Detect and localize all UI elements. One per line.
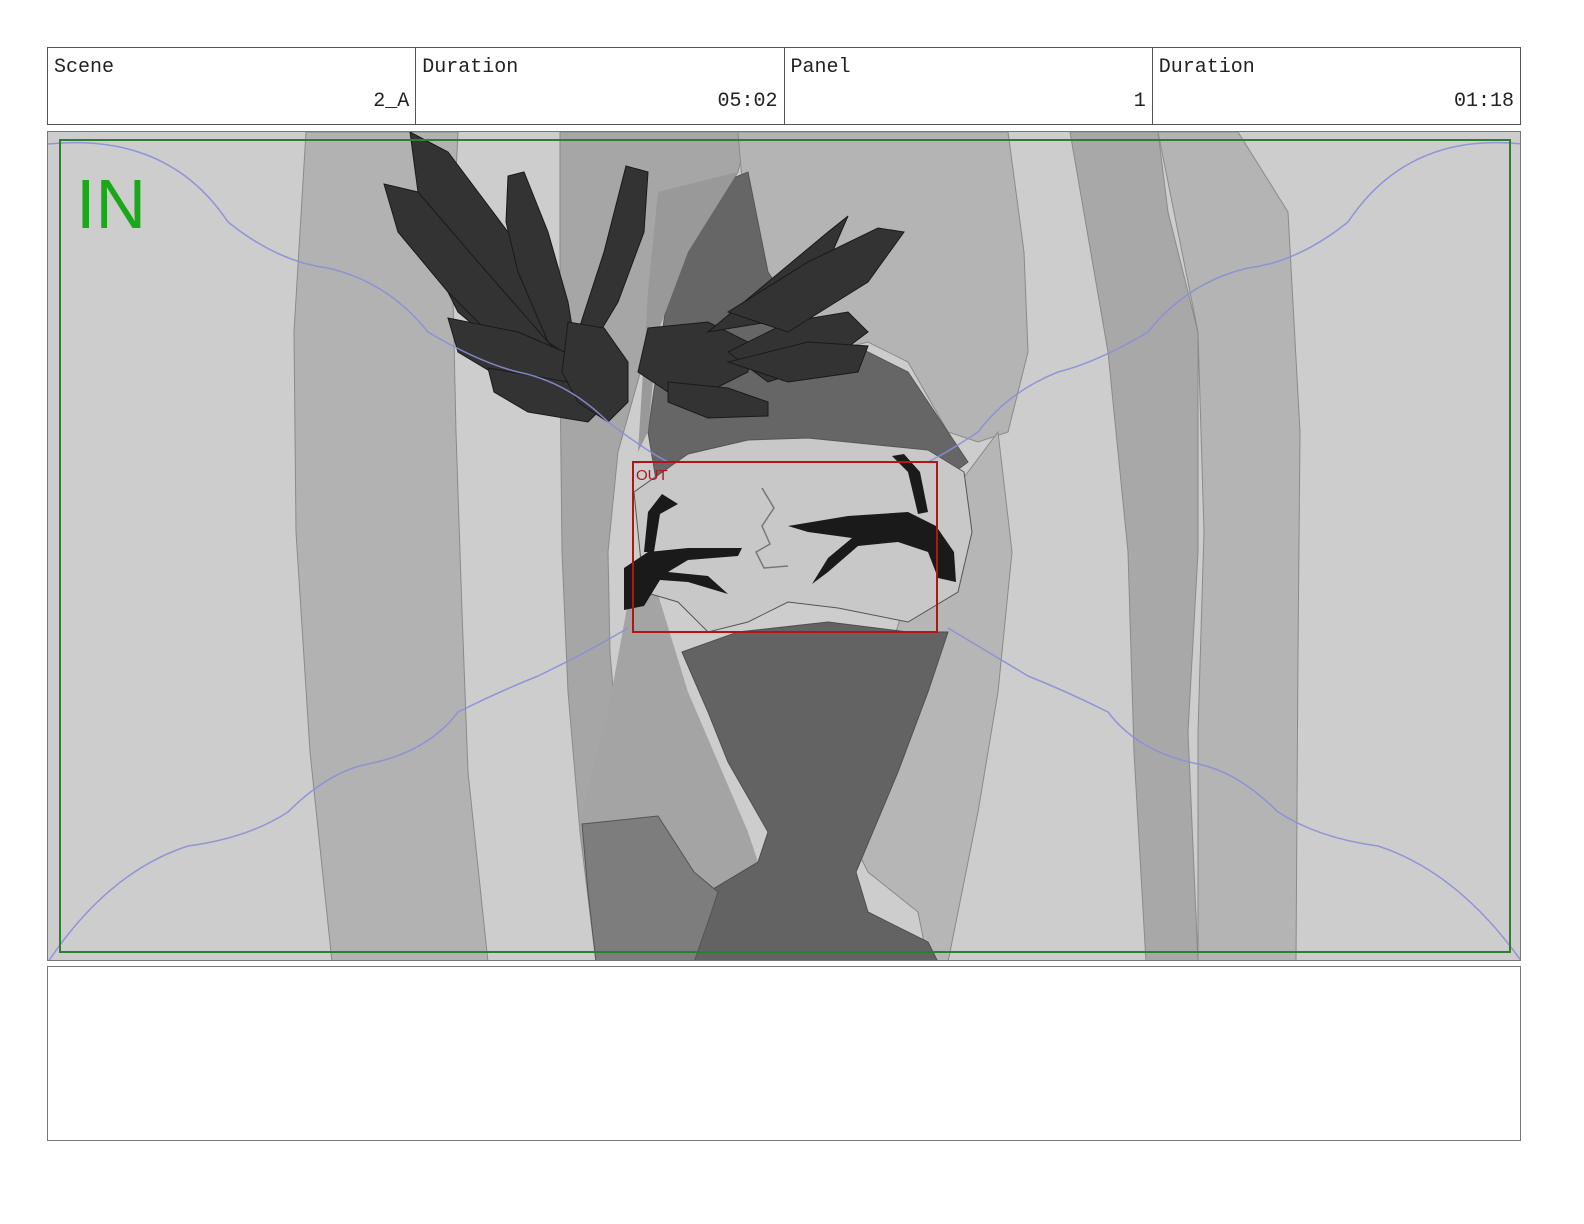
scene-value: 2_A xyxy=(373,90,410,113)
panel-notes-box[interactable] xyxy=(47,966,1521,1141)
scene-duration-cell: Duration 05:02 xyxy=(416,48,785,124)
panel-value: 1 xyxy=(1133,90,1146,113)
panel-cell: Panel 1 xyxy=(785,48,1153,124)
panel-duration-label: Duration xyxy=(1158,56,1255,79)
scene-duration-label: Duration xyxy=(422,56,519,79)
panel-info-header: Scene 2_A Duration 05:02 Panel 1 Duratio… xyxy=(47,47,1521,125)
scene-cell: Scene 2_A xyxy=(48,48,417,124)
panel-duration-cell: Duration 01:18 xyxy=(1153,48,1520,124)
panel-label: Panel xyxy=(790,56,851,79)
in-label: IN xyxy=(76,165,146,243)
panel-drawing: IN OUT xyxy=(48,132,1520,960)
out-label: OUT xyxy=(636,467,668,484)
scene-label: Scene xyxy=(54,56,115,79)
panel-duration-value: 01:18 xyxy=(1453,90,1514,113)
scene-duration-value: 05:02 xyxy=(717,90,778,113)
storyboard-panel-image: IN OUT xyxy=(47,131,1521,961)
